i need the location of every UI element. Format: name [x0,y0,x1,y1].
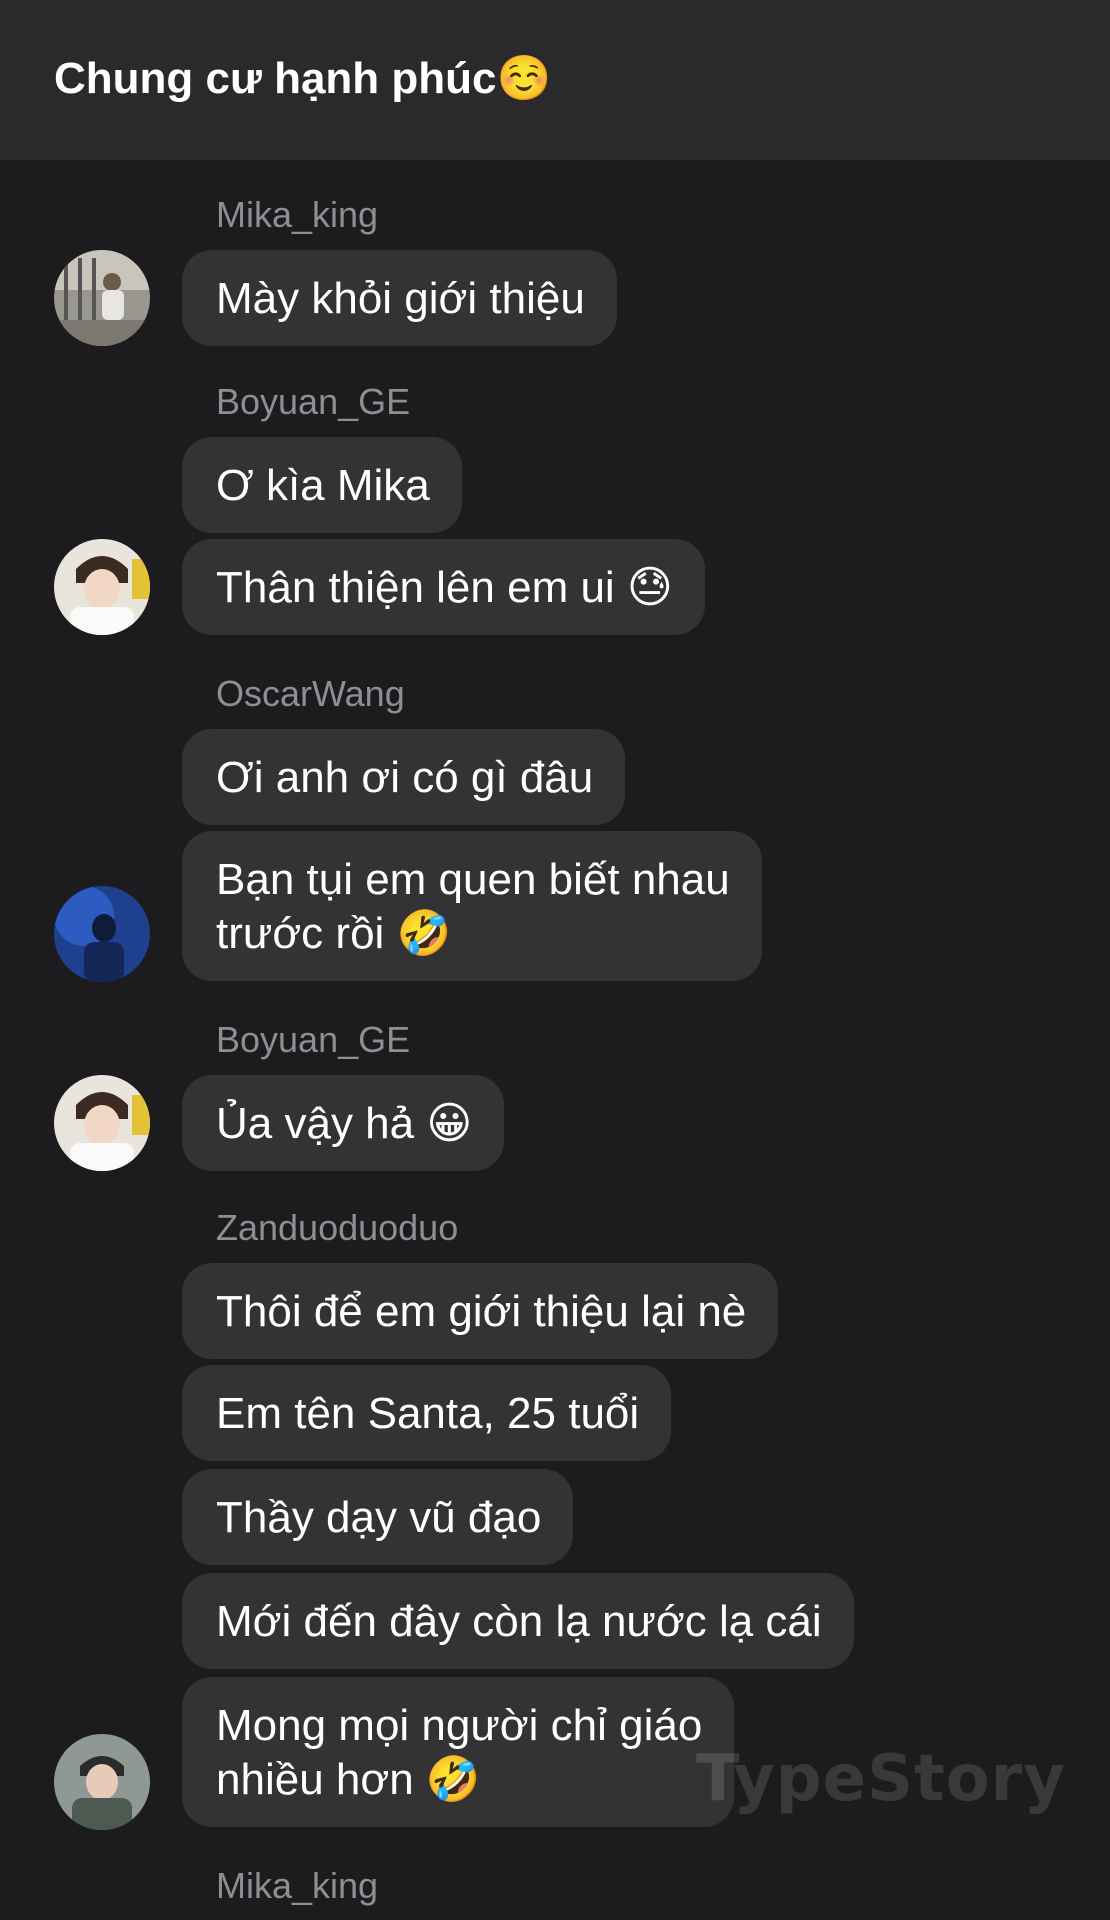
message-bubble[interactable]: Mày khỏi giới thiệu [182,250,617,346]
sender-name: Mika_king [216,194,379,235]
chat-screen: Chung cư hạnh phúc☺️ Mika_king Mày khỏi … [0,0,1110,1920]
avatar[interactable] [54,1734,150,1830]
sender-name: Mika_king [216,1865,379,1906]
chat-header: Chung cư hạnh phúc☺️ [0,0,1110,160]
watermark: TypeStory [696,1742,1066,1816]
chat-title: Chung cư hạnh phúc☺️ [54,54,552,103]
message-bubble[interactable]: Mới đến đây còn lạ nước lạ cái [182,1573,854,1669]
message-bubble[interactable]: Bạn tụi em quen biết nhau trước rồi 🤣 [182,831,762,981]
message-bubble[interactable]: Thân thiện lên em ui 😓 [182,539,705,635]
message-bubble[interactable]: Thầy dạy vũ đạo [182,1469,574,1565]
message-bubble[interactable]: Thôi để em giới thiệu lại nè [182,1263,779,1359]
message-bubble[interactable]: Ơi anh ơi có gì đâu [182,729,626,825]
message-bubble[interactable]: Ủa vậy hả 😀 [182,1075,505,1171]
sender-name: Zanduoduoduo [216,1207,459,1248]
message-bubble[interactable]: Mong mọi người chỉ giáo nhiều hơn 🤣 [182,1677,735,1827]
avatar[interactable] [54,539,150,635]
sender-name: Boyuan_GE [216,381,411,422]
avatar[interactable] [54,886,150,982]
avatar[interactable] [54,1075,150,1171]
avatar[interactable] [54,250,150,346]
sender-name: Boyuan_GE [216,1019,411,1060]
message-list[interactable]: Mika_king Mày khỏi giới thiệu Boyuan_GE … [0,160,1110,1920]
message-bubble[interactable]: Ơ kìa Mika [182,437,462,533]
message-bubble[interactable]: Em tên Santa, 25 tuổi [182,1365,672,1461]
sender-name: OscarWang [216,673,405,714]
